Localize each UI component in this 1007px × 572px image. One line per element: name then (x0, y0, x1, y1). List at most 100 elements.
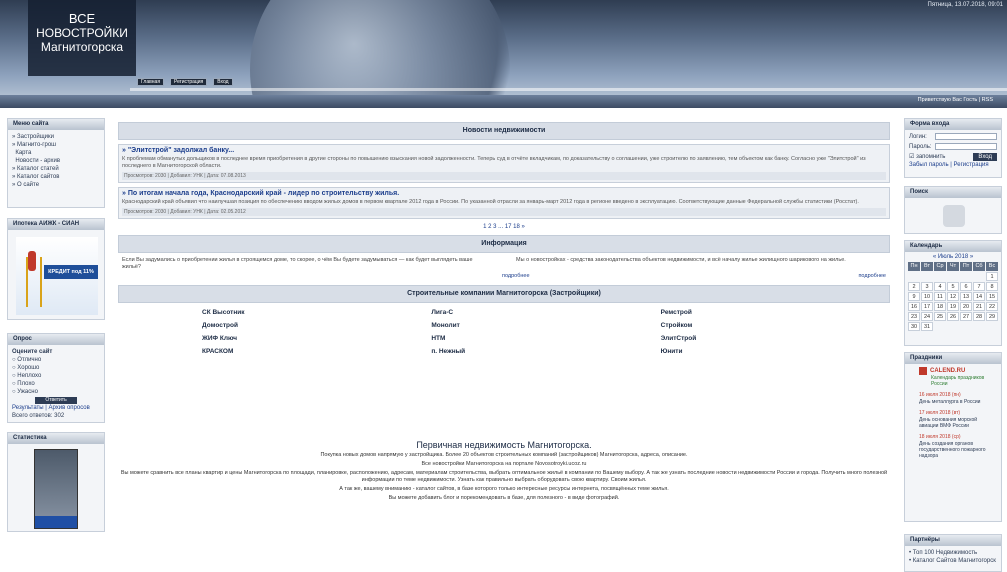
login-links[interactable]: Забыл пароль | Регистрация (909, 161, 997, 169)
pagination[interactable]: 1 2 3 ... 17 18 » (118, 224, 890, 230)
menu-block: Меню сайта » Застройщики » Магнито-грош … (7, 118, 105, 208)
calendar-day[interactable]: 23 (908, 312, 920, 321)
password-input[interactable] (935, 143, 997, 150)
calendar-day[interactable]: 27 (960, 312, 972, 321)
calendar-day[interactable]: 18 (934, 302, 946, 311)
more-link[interactable]: подробнее (858, 273, 886, 279)
greeting-text[interactable]: Приветствую Вас Гость | RSS (918, 97, 993, 103)
calendar-block: Календарь « Июль 2018 » Пн Вт Ср Чт Пт Сб Вс 1 2… (904, 240, 1002, 346)
company-link[interactable]: НТМ (431, 335, 660, 342)
poll-option[interactable]: ○ Отлично (12, 356, 100, 364)
calendar-day[interactable]: 29 (986, 312, 998, 321)
calendar-day[interactable]: 22 (986, 302, 998, 311)
calendar-empty (986, 322, 998, 331)
company-link[interactable]: ЖИФ Ключ (202, 335, 431, 342)
login-title: Форма входа (905, 119, 1001, 130)
calendar-day[interactable]: 13 (960, 292, 972, 301)
company-link[interactable]: Лига-С (431, 309, 660, 316)
menu-item[interactable]: Карта (12, 149, 100, 157)
calendar-day[interactable]: 21 (973, 302, 985, 311)
calendar-day[interactable]: 10 (921, 292, 933, 301)
news-item: » По итогам начала года, Краснодарский к… (118, 187, 890, 219)
calendar-day[interactable]: 7 (973, 282, 985, 291)
globe-decor (250, 0, 510, 108)
company-link[interactable]: Юнити (661, 348, 890, 355)
calendar-day[interactable]: 12 (947, 292, 959, 301)
partner-link[interactable]: • Топ 100 Недвижимость (909, 549, 997, 557)
poll-links[interactable]: Результаты | Архив опросов (12, 404, 100, 412)
login-input[interactable] (935, 133, 997, 140)
calendar-day[interactable]: 15 (986, 292, 998, 301)
calendar-day[interactable]: 14 (973, 292, 985, 301)
ipoteka-banner[interactable]: КРЕДИТ под 11% (16, 237, 98, 315)
info-text: Мы о новостройках - средства законодател… (516, 257, 846, 263)
calendar-day[interactable]: 2 (908, 282, 920, 291)
calendar-empty (947, 272, 959, 281)
calendar-day[interactable]: 5 (947, 282, 959, 291)
calendar-day[interactable]: 26 (947, 312, 959, 321)
calendar-day[interactable]: 31 (921, 322, 933, 331)
nav-home-button[interactable]: Главная (137, 78, 165, 86)
company-link[interactable]: Ремстрой (661, 309, 890, 316)
nav-register-button[interactable]: Регистрация (170, 78, 208, 86)
company-link[interactable]: п. Нежный (431, 348, 660, 355)
login-submit-button[interactable]: Вход (973, 153, 997, 161)
menu-item[interactable]: » Каталог статей (12, 165, 100, 173)
partner-link[interactable]: • Каталог Сайтов Магнитогорск (909, 557, 997, 565)
calendar-day[interactable]: 28 (973, 312, 985, 321)
calendar-day[interactable]: 20 (960, 302, 972, 311)
site-logo[interactable]: ВСЕ НОВОСТРОЙКИ Магнитогорска (28, 0, 136, 76)
partners-title: Партнёры (905, 535, 1001, 546)
stats-counter[interactable] (34, 449, 78, 529)
menu-item[interactable]: » О сайте (12, 181, 100, 189)
poll-option[interactable]: ○ Плохо (12, 380, 100, 388)
holidays-brand[interactable]: CALEND.RU (930, 367, 965, 375)
company-link[interactable]: КРАСКОМ (202, 348, 431, 355)
holiday-text[interactable]: День основания морской авиации ВМФ Росси… (919, 417, 997, 429)
calendar-icon (919, 367, 927, 375)
company-link[interactable]: Стройком (661, 322, 890, 329)
calendar-day[interactable]: 3 (921, 282, 933, 291)
holiday-text[interactable]: День металлурга в России (919, 399, 997, 405)
poll-option[interactable]: ○ Хорошо (12, 364, 100, 372)
calendar-month[interactable]: « Июль 2018 » (905, 254, 1001, 260)
company-link[interactable]: СК Высотник (202, 309, 431, 316)
stats-block: Статистика (7, 432, 105, 532)
calendar-day[interactable]: 25 (934, 312, 946, 321)
footer-line: А так же, вашему вниманию - каталог сайт… (339, 486, 669, 492)
calendar-day[interactable]: 11 (934, 292, 946, 301)
company-link[interactable]: Домострой (202, 322, 431, 329)
calendar-day[interactable]: 4 (934, 282, 946, 291)
poll-block: Опрос Оцените сайт ○ Отлично ○ Хорошо ○ … (7, 333, 105, 423)
menu-item[interactable]: Новости - архив (12, 157, 100, 165)
calendar-day[interactable]: 19 (947, 302, 959, 311)
login-block: Форма входа Логин: Пароль: ☑ запомнить В… (904, 118, 1002, 178)
remember-label: запомнить (916, 154, 946, 160)
calendar-day[interactable]: 16 (908, 302, 920, 311)
calendar-empty (934, 322, 946, 331)
poll-option[interactable]: ○ Неплохо (12, 372, 100, 380)
menu-item[interactable]: » Застройщики (12, 133, 100, 141)
vote-button[interactable]: Ответить (35, 397, 77, 404)
news-text: Краснодарский край объявил что наилучшая… (122, 199, 859, 205)
more-link[interactable]: подробнее (502, 273, 530, 279)
remember-checkbox[interactable]: ☑ (909, 154, 914, 160)
calendar-day[interactable]: 17 (921, 302, 933, 311)
nav-login-button[interactable]: Вход (213, 78, 233, 86)
news-title[interactable]: » По итогам начала года, Краснодарский к… (122, 190, 886, 197)
calendar-day[interactable]: 24 (921, 312, 933, 321)
poll-option[interactable]: ○ Ужасно (12, 388, 100, 396)
menu-item[interactable]: » Каталог сайтов (12, 173, 100, 181)
company-link[interactable]: Монолит (431, 322, 660, 329)
calendar-day[interactable]: 30 (908, 322, 920, 331)
calendar-day[interactable]: 1 (986, 272, 998, 281)
calendar-day[interactable]: 6 (960, 282, 972, 291)
menu-item[interactable]: » Магнито-грош (12, 141, 100, 149)
calendar-day[interactable]: 8 (986, 282, 998, 291)
company-link[interactable]: ЭлитСтрой (661, 335, 890, 342)
news-title[interactable]: » "Элитстрой" задолжал банку... (122, 147, 886, 154)
holiday-text[interactable]: День создания органов государственного п… (919, 441, 997, 459)
calendar-weekday: Ср (934, 262, 946, 271)
calendar-day[interactable]: 9 (908, 292, 920, 301)
calendar-title: Календарь (905, 241, 1001, 252)
